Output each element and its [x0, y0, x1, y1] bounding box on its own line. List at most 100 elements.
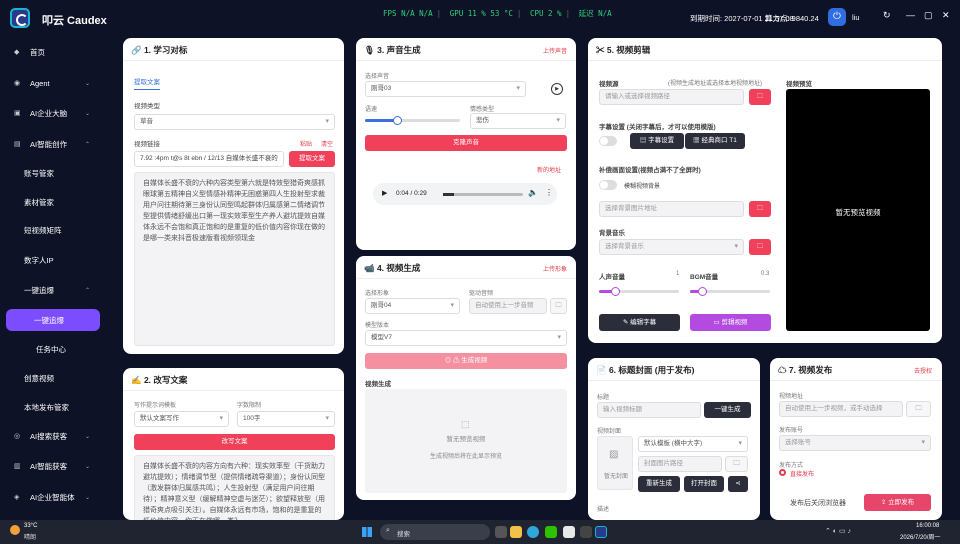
folder-icon[interactable]: 🗀	[749, 239, 771, 255]
play-icon[interactable]: ▶	[551, 83, 563, 95]
subtitle-toggle[interactable]	[599, 136, 617, 146]
sidebar-item-trend-follow-active[interactable]: 一键追爆	[6, 309, 100, 331]
authorize-link[interactable]: 去授权	[914, 366, 932, 375]
windows-start-icon[interactable]	[362, 527, 372, 537]
upload-avatar[interactable]: 上传形象	[543, 264, 567, 273]
folder-icon[interactable]: 🗀	[725, 456, 748, 472]
clock-date[interactable]: 2026/7/20/周一	[900, 532, 940, 541]
template-button[interactable]: ▦ 经典商口 T1	[685, 133, 745, 149]
sidebar-item-digital-human[interactable]: 数字人IP	[6, 249, 100, 271]
upload-voice[interactable]: 上传声音	[543, 46, 567, 55]
close-browser-option[interactable]: 发布后关闭浏览器	[790, 498, 846, 508]
sidebar-item-agent[interactable]: ◉ Agent ⌄	[6, 72, 100, 94]
cut-video-button[interactable]: ▭ 剪辑视频	[690, 314, 771, 331]
sidebar-item-ai-creation[interactable]: ▤ AI智能创作 ⌃	[6, 133, 100, 155]
mode-direct[interactable]: 直接发布	[790, 469, 814, 478]
regenerate-button[interactable]: 重新生成	[638, 476, 680, 492]
generate-video-button[interactable]: ⊙ ⚠ 生成视频	[365, 353, 567, 369]
clock-time[interactable]: 16:00:08	[916, 523, 939, 529]
edit-subtitle-button[interactable]: ✎ 编辑字幕	[599, 314, 680, 331]
terminal-icon[interactable]	[580, 526, 592, 538]
folder-icon[interactable]: 🗀	[749, 201, 771, 217]
sidebar-item-account-manager[interactable]: 账号管家	[6, 162, 100, 184]
voice-select[interactable]: 刚哥03	[365, 81, 526, 97]
refresh-icon[interactable]: ↻	[883, 10, 891, 21]
sidebar-item-enterprise-brain[interactable]: ▣ AI企业大脑 ⌄	[6, 102, 100, 124]
clear-link[interactable]: 清空	[321, 139, 333, 148]
one-click-generate-button[interactable]: 一键生成	[704, 402, 751, 418]
rewritten-text[interactable]: 自媒体长盛不衰的内容方向有六种：现实效率型（干货助力避坑提效）；情绪调节型（提供…	[134, 455, 335, 520]
play-icon[interactable]: ▶	[382, 189, 387, 197]
model-select[interactable]: 模型V7	[365, 330, 567, 346]
video-link-input[interactable]: 7.92 :4pm t@s 8t ebn / 12/13 自媒体长盛不衰的	[134, 151, 284, 167]
app-icon[interactable]	[563, 526, 575, 538]
wechat-icon[interactable]	[545, 526, 557, 538]
chevron-down-icon: ⌄	[84, 110, 90, 117]
speed-slider[interactable]	[365, 116, 460, 125]
blur-toggle[interactable]	[599, 180, 617, 190]
taskbar: 33°C 晴朗 ⌕ 搜索 ⌃ ◐ ▭ ♪ 16:00:08 2026/7/20/…	[0, 520, 960, 544]
sidebar-item-creative-video[interactable]: 创意视频	[6, 367, 100, 389]
open-cover-button[interactable]: 打开封面	[684, 476, 724, 492]
sidebar-item-trend-follow[interactable]: 一键追爆 ⌃	[6, 279, 100, 301]
tray-icons[interactable]: ⌃ ◐ ▭ ♪	[825, 527, 851, 535]
new-address-link[interactable]: 新的地址	[537, 165, 561, 174]
close-icon[interactable]: ✕	[942, 10, 950, 21]
settings-icon: ▤	[639, 137, 649, 144]
task-view-icon[interactable]	[495, 526, 507, 538]
top-bar: 叩云 Caudex FPS N/A N/A | GPU 11 % 53 °C | C…	[0, 0, 960, 36]
driver-audio-input[interactable]: 自动使用上一步音频	[469, 298, 547, 314]
card-title: 🎙 3. 声音生成	[364, 45, 421, 55]
subtitle-settings-button[interactable]: ▤ 字幕设置	[630, 133, 684, 149]
edge-icon[interactable]	[527, 526, 539, 538]
source-input[interactable]: 请输入或选择视频路径	[599, 89, 744, 105]
sidebar-item-short-video-matrix[interactable]: 短视频矩阵	[6, 219, 100, 241]
rewrite-button[interactable]: 改写文案	[134, 434, 335, 450]
publish-now-button[interactable]: ⇪ 立即发布	[864, 494, 931, 511]
sidebar-item-ai-search[interactable]: ◎ AI搜索获客 ⌄	[6, 425, 100, 447]
video-type-select[interactable]: 草音	[134, 114, 335, 130]
sidebar-item-home[interactable]: ◆ 首页	[6, 41, 100, 63]
sidebar-item-ai-leads[interactable]: ▥ AI智能获客 ⌄	[6, 455, 100, 477]
limit-select[interactable]: 100字	[237, 411, 335, 427]
taskbar-search[interactable]: ⌕ 搜索	[380, 524, 490, 540]
bgm-select[interactable]: 选择背景音乐	[599, 239, 744, 255]
search-icon: ⌕	[386, 527, 390, 534]
video-address-input[interactable]: 自动使用上一步视频，或手动选择	[779, 401, 903, 417]
sidebar-item-ai-agent[interactable]: ◈ AI企业智能体 ⌄	[6, 486, 100, 508]
audio-player[interactable]: ▶ 0:04 / 0:29 🔈 ⋮	[373, 183, 557, 205]
clone-voice-button[interactable]: 克隆声音	[365, 135, 567, 151]
minimize-icon[interactable]: —	[906, 10, 915, 20]
cover-template-select[interactable]: 默认模板 (横中大字)	[638, 436, 748, 452]
folder-icon[interactable]: 🗀	[749, 89, 771, 105]
sidebar-item-task-center[interactable]: 任务中心	[6, 338, 100, 360]
avatar-select[interactable]: 刚哥04	[365, 298, 460, 314]
extract-button[interactable]: 提取文案	[289, 151, 335, 167]
voice-volume-slider[interactable]	[599, 287, 679, 296]
cover-path-input[interactable]: 封面图片路径	[638, 456, 722, 472]
more-icon[interactable]: ⋮	[545, 188, 553, 197]
template-select[interactable]: 默认文案写作	[134, 411, 229, 427]
tab-extract[interactable]: 提取文案	[134, 76, 160, 90]
account-select[interactable]: 选择账号	[779, 435, 931, 451]
template-label: 写作提示词模板	[134, 403, 177, 409]
emotion-select[interactable]: 悲伤	[470, 113, 566, 129]
sidebar-item-local-publish[interactable]: 本地发布管家	[6, 396, 100, 418]
share-icon[interactable]: ⋖	[728, 476, 748, 492]
sidebar-item-asset-manager[interactable]: 素材管家	[6, 191, 100, 213]
paste-link[interactable]: 粘贴	[300, 139, 312, 148]
bgm-volume-slider[interactable]	[690, 287, 770, 296]
fill-image-input[interactable]: 选择背景图片地址	[599, 201, 744, 217]
folder-icon[interactable]: 🗀	[550, 298, 567, 314]
caudex-app-icon[interactable]	[595, 526, 607, 538]
user-name[interactable]: liu	[852, 13, 860, 22]
power-icon[interactable]: ⏻	[828, 8, 846, 26]
maximize-icon[interactable]: ▢	[924, 10, 933, 21]
volume-icon[interactable]: 🔈	[528, 188, 538, 197]
mode-radio[interactable]	[779, 469, 786, 476]
folder-icon[interactable]: 🗀	[906, 401, 931, 417]
extracted-text[interactable]: 自媒体长盛不衰的六种内容类型第六就是特效型猎奇爽感抓眼球第五精神自义型情感补精神…	[134, 172, 335, 346]
audio-progress[interactable]	[443, 193, 523, 196]
title-input[interactable]: 输入视频标题	[597, 402, 701, 418]
file-explorer-icon[interactable]	[510, 526, 522, 538]
